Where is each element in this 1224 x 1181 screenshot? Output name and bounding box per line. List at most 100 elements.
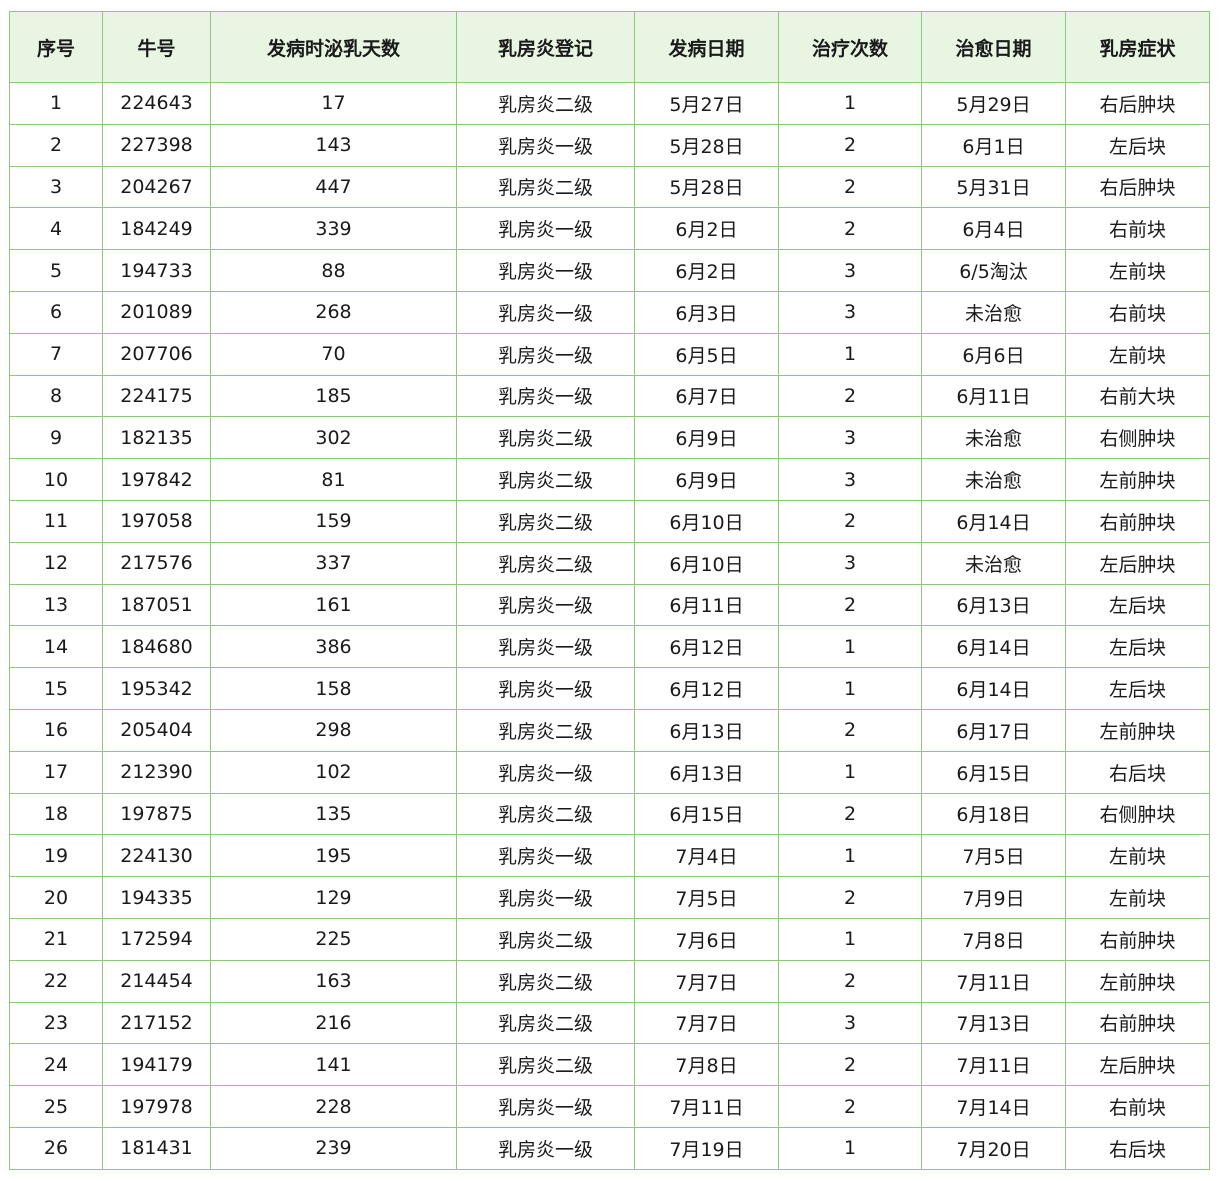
cell-onset-date: 6月10日 [634,541,779,585]
table-row: 8 224175 185 乳房炎一级 6月7日 2 6月11日 右前大块 [9,374,1210,418]
cell-lactation-days: 17 [210,82,457,125]
cell-cow-id: 204267 [102,165,211,209]
table-row: 7 207706 70 乳房炎一级 6月5日 1 6月6日 左前块 [9,332,1210,376]
table-row: 2 227398 143 乳房炎一级 5月28日 2 6月1日 左后块 [9,123,1210,167]
cell-onset-date: 6月3日 [634,290,779,334]
cell-cow-id: 217152 [102,1001,211,1045]
cell-cow-id: 195342 [102,667,211,710]
cell-onset-date: 6月9日 [634,416,779,460]
cell-cure-date: 未治愈 [921,416,1066,460]
cell-udder-symptom: 左后肿块 [1065,541,1210,585]
cell-udder-symptom: 左前肿块 [1065,959,1210,1003]
cell-udder-symptom: 右后块 [1065,750,1210,794]
table-row: 17 212390 102 乳房炎一级 6月13日 1 6月15日 右后块 [9,750,1210,794]
cell-treatment-count: 3 [778,458,922,501]
cell-treatment-count: 1 [778,332,922,376]
cell-cure-date: 6月1日 [921,123,1066,167]
table-row: 20 194335 129 乳房炎一级 7月5日 2 7月9日 左前块 [9,876,1210,919]
cell-index: 13 [9,583,103,627]
cell-cow-id: 227398 [102,123,211,167]
cell-cure-date: 未治愈 [921,458,1066,501]
cell-lactation-days: 88 [210,249,457,292]
cell-udder-symptom: 右前肿块 [1065,1001,1210,1045]
cell-index: 3 [9,165,103,209]
cell-mastitis-grade: 乳房炎二级 [456,82,635,125]
cell-onset-date: 6月2日 [634,207,779,251]
cell-lactation-days: 158 [210,667,457,710]
cell-cow-id: 217576 [102,541,211,585]
table-row: 12 217576 337 乳房炎二级 6月10日 3 未治愈 左后肿块 [9,541,1210,585]
cell-lactation-days: 161 [210,583,457,627]
cell-index: 6 [9,290,103,334]
cell-mastitis-grade: 乳房炎二级 [456,541,635,585]
cell-mastitis-grade: 乳房炎二级 [456,416,635,460]
cell-udder-symptom: 左后块 [1065,625,1210,669]
cell-lactation-days: 129 [210,876,457,919]
cell-udder-symptom: 左后肿块 [1065,1043,1210,1087]
cell-mastitis-grade: 乳房炎一级 [456,667,635,710]
cell-cure-date: 7月11日 [921,1043,1066,1087]
cell-treatment-count: 1 [778,834,922,878]
cell-cure-date: 6月18日 [921,792,1066,836]
table-row: 18 197875 135 乳房炎二级 6月15日 2 6月18日 右侧肿块 [9,792,1210,836]
cell-lactation-days: 268 [210,290,457,334]
cell-treatment-count: 1 [778,917,922,961]
cell-index: 10 [9,458,103,501]
cell-cow-id: 187051 [102,583,211,627]
cell-cure-date: 6月15日 [921,750,1066,794]
cell-index: 25 [9,1085,103,1128]
cell-lactation-days: 302 [210,416,457,460]
cell-cure-date: 6月4日 [921,207,1066,251]
cell-treatment-count: 2 [778,792,922,836]
table-row: 14 184680 386 乳房炎一级 6月12日 1 6月14日 左后块 [9,625,1210,669]
cell-mastitis-grade: 乳房炎一级 [456,374,635,418]
cell-index: 26 [9,1126,103,1170]
cell-index: 21 [9,917,103,961]
cell-udder-symptom: 右前块 [1065,207,1210,251]
table-row: 6 201089 268 乳房炎一级 6月3日 3 未治愈 右前块 [9,290,1210,334]
mastitis-table: 序号 牛号 发病时泌乳天数 乳房炎登记 发病日期 治疗次数 治愈日期 乳房症状 … [9,11,1210,1170]
table-row: 19 224130 195 乳房炎一级 7月4日 1 7月5日 左前块 [9,834,1210,878]
cell-treatment-count: 2 [778,876,922,919]
cell-lactation-days: 185 [210,374,457,418]
cell-onset-date: 6月11日 [634,583,779,627]
cell-treatment-count: 2 [778,708,922,752]
cell-cow-id: 197842 [102,458,211,501]
table-row: 9 182135 302 乳房炎二级 6月9日 3 未治愈 右侧肿块 [9,416,1210,460]
cell-mastitis-grade: 乳房炎一级 [456,249,635,292]
table-container: 序号 牛号 发病时泌乳天数 乳房炎登记 发病日期 治疗次数 治愈日期 乳房症状 … [9,11,1210,1170]
col-header-cure-date: 治愈日期 [921,11,1066,83]
cell-udder-symptom: 左后块 [1065,583,1210,627]
col-header-cow-id: 牛号 [102,11,211,83]
cell-treatment-count: 3 [778,416,922,460]
cell-lactation-days: 141 [210,1043,457,1087]
cell-treatment-count: 1 [778,667,922,710]
cell-onset-date: 7月11日 [634,1085,779,1128]
col-header-udder-symptom: 乳房症状 [1065,11,1210,83]
cell-onset-date: 5月28日 [634,123,779,167]
cell-index: 14 [9,625,103,669]
cell-cow-id: 184680 [102,625,211,669]
cell-onset-date: 6月7日 [634,374,779,418]
cell-treatment-count: 2 [778,207,922,251]
cell-cow-id: 194179 [102,1043,211,1087]
col-header-lactation-days: 发病时泌乳天数 [210,11,457,83]
cell-lactation-days: 386 [210,625,457,669]
cell-index: 16 [9,708,103,752]
table-row: 23 217152 216 乳房炎二级 7月7日 3 7月13日 右前肿块 [9,1001,1210,1045]
cell-onset-date: 6月10日 [634,499,779,543]
cell-udder-symptom: 左后块 [1065,667,1210,710]
cell-onset-date: 7月6日 [634,917,779,961]
cell-cure-date: 6/5淘汰 [921,249,1066,292]
cell-cow-id: 212390 [102,750,211,794]
cell-mastitis-grade: 乳房炎二级 [456,792,635,836]
cell-cure-date: 6月14日 [921,667,1066,710]
cell-lactation-days: 159 [210,499,457,543]
cell-udder-symptom: 右前块 [1065,290,1210,334]
cell-index: 12 [9,541,103,585]
cell-treatment-count: 1 [778,82,922,125]
cell-cow-id: 197875 [102,792,211,836]
cell-udder-symptom: 左前块 [1065,834,1210,878]
cell-udder-symptom: 左后块 [1065,123,1210,167]
col-header-treatment-count: 治疗次数 [778,11,922,83]
